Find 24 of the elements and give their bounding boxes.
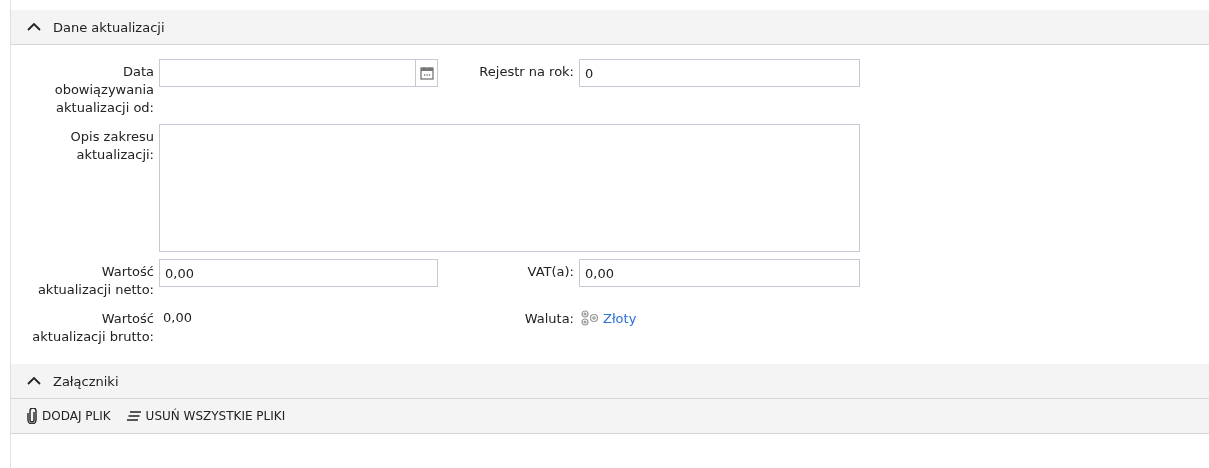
field-label: Waluta: xyxy=(523,310,574,328)
field-label: Wartość aktualizacji netto: xyxy=(36,263,154,299)
add-file-button[interactable]: DODAJ PLIK xyxy=(27,408,111,424)
calendar-button[interactable] xyxy=(415,60,437,86)
field-label: VAT(a): xyxy=(526,263,574,281)
gears-icon xyxy=(579,309,601,327)
value-text: 0,00 xyxy=(162,309,193,327)
field-label: Wartość aktualizacji brutto: xyxy=(31,310,154,346)
input-field[interactable]: 0,00 xyxy=(159,259,438,287)
date-field[interactable] xyxy=(159,59,438,87)
input-field[interactable]: 0 xyxy=(579,59,860,87)
field-label: Rejestr na rok: xyxy=(478,63,574,81)
field-label: Opis zakresu aktualizacji: xyxy=(69,128,154,164)
chevron-icon[interactable] xyxy=(27,22,41,32)
chevron-icon[interactable] xyxy=(27,376,41,386)
field-label: Data obowiązywania aktualizacji od: xyxy=(53,63,154,117)
section-title: Załączniki xyxy=(53,373,119,389)
remove-files-button[interactable]: USUŃ WSZYSTKIE PLIKI xyxy=(126,409,286,423)
lines-icon xyxy=(126,411,141,421)
paperclip-icon xyxy=(27,408,37,424)
section-title: Dane aktualizacji xyxy=(53,19,165,35)
input-field[interactable]: 0,00 xyxy=(579,259,860,287)
calendar-icon xyxy=(419,66,434,80)
currency-link[interactable]: Złoty xyxy=(603,309,637,329)
